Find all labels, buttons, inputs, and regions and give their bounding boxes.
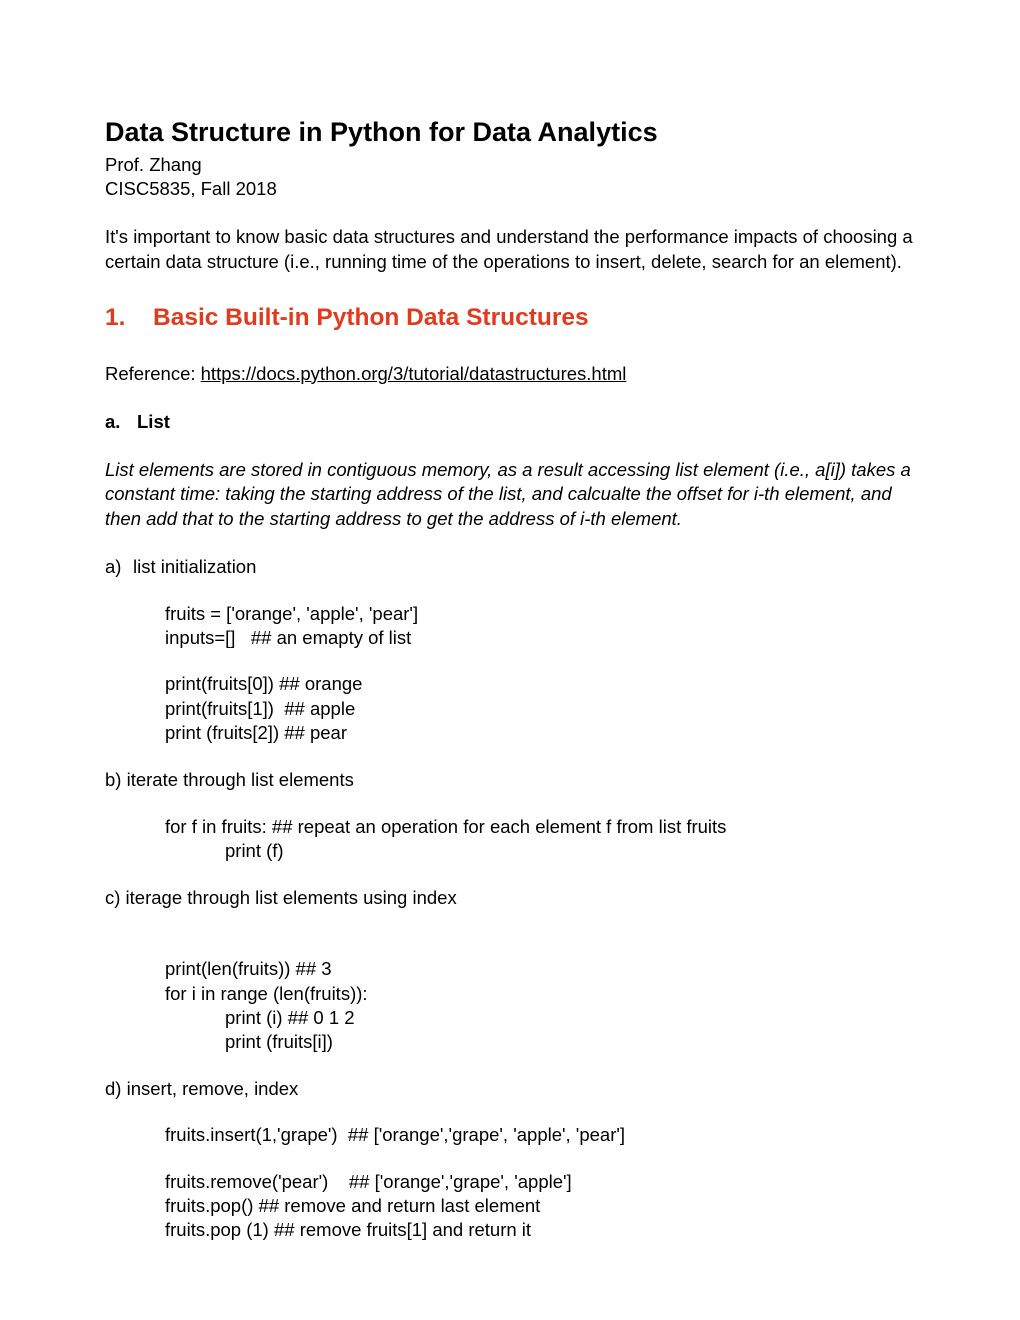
item-c-code-line4: print (fruits[i]) [225,1030,915,1054]
item-b-label: b) iterate through list elements [105,768,915,792]
subsection-heading: a.List [105,410,915,434]
item-c-code-line3: print (i) ## 0 1 2 [225,1006,915,1030]
reference-line: Reference: https://docs.python.org/3/tut… [105,362,915,386]
subsection-title: List [137,411,170,432]
list-description: List elements are stored in contiguous m… [105,458,915,531]
item-c-code-line2: for i in range (len(fruits)): [165,982,915,1006]
subsection-letter: a. [105,410,137,434]
item-b-code-line1: for f in fruits: ## repeat an operation … [165,815,915,839]
item-a-code2: print(fruits[0]) ## orange print(fruits[… [165,672,915,745]
document-title: Data Structure in Python for Data Analyt… [105,115,915,150]
author-line: Prof. Zhang [105,153,915,177]
course-line: CISC5835, Fall 2018 [105,177,915,201]
item-b-code-line2: print (f) [225,839,915,863]
section-title: Basic Built-in Python Data Structures [153,304,589,331]
item-c-label: c) iterage through list elements using i… [105,886,915,910]
reference-label: Reference: [105,363,201,384]
section-number: 1. [105,302,153,334]
item-d-code2: fruits.remove('pear') ## ['orange','grap… [165,1170,915,1243]
item-c-code-line1: print(len(fruits)) ## 3 [165,957,915,981]
reference-link[interactable]: https://docs.python.org/3/tutorial/datas… [201,363,627,384]
intro-paragraph: It's important to know basic data struct… [105,225,915,274]
item-a-code1: fruits = ['orange', 'apple', 'pear'] inp… [165,602,915,651]
item-a-letter: a) [105,555,133,579]
item-a-label: a)list initialization [105,555,915,579]
item-d-label: d) insert, remove, index [105,1077,915,1101]
section-heading: 1.Basic Built-in Python Data Structures [105,302,915,334]
item-a-text: list initialization [133,556,256,577]
item-d-code1: fruits.insert(1,'grape') ## ['orange','g… [165,1123,915,1147]
